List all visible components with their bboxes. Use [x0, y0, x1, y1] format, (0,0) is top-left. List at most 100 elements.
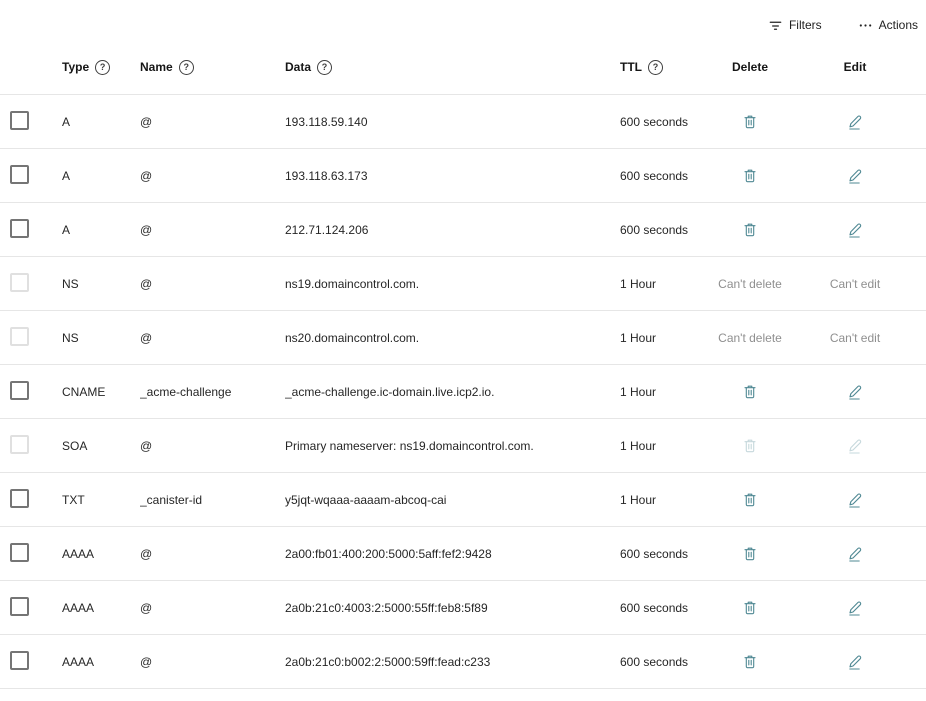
trash-icon — [742, 600, 758, 616]
record-type: A — [62, 223, 140, 237]
record-data: ns20.domaincontrol.com. — [285, 331, 620, 345]
table-row: A @ 193.118.59.140 600 seconds — [0, 95, 926, 149]
record-ttl: 1 Hour — [620, 277, 700, 291]
table-row: TXT _canister-id y5jqt-wqaaa-aaaam-abcoq… — [0, 473, 926, 527]
delete-record-button[interactable] — [740, 544, 760, 564]
row-checkbox[interactable] — [10, 651, 29, 670]
trash-icon — [742, 222, 758, 238]
trash-icon — [742, 654, 758, 670]
table-header: Type ? Name ? Data ? TTL ? Delete Edit — [0, 40, 926, 95]
row-checkbox[interactable] — [10, 381, 29, 400]
cant-edit-label: Can't edit — [830, 277, 880, 291]
pencil-icon — [847, 168, 863, 184]
row-checkbox[interactable] — [10, 111, 29, 130]
record-type: TXT — [62, 493, 140, 507]
cant-edit-label: Can't edit — [830, 331, 880, 345]
pencil-icon — [847, 654, 863, 670]
table-row: A @ 212.71.124.206 600 seconds — [0, 203, 926, 257]
edit-record-button[interactable] — [845, 652, 865, 672]
filter-icon — [768, 18, 783, 33]
delete-record-button[interactable] — [740, 598, 760, 618]
row-checkbox[interactable] — [10, 543, 29, 562]
record-name: @ — [140, 115, 285, 129]
record-name: _canister-id — [140, 493, 285, 507]
record-data: 212.71.124.206 — [285, 223, 620, 237]
trash-icon — [742, 114, 758, 130]
row-checkbox[interactable] — [10, 597, 29, 616]
record-data: 2a0b:21c0:4003:2:5000:55ff:feb8:5f89 — [285, 601, 620, 615]
pencil-icon — [847, 114, 863, 130]
record-ttl: 600 seconds — [620, 601, 700, 615]
trash-icon — [742, 168, 758, 184]
table-row: NS @ ns20.domaincontrol.com. 1 Hour Can'… — [0, 311, 926, 365]
record-type: AAAA — [62, 655, 140, 669]
ellipsis-icon — [858, 18, 873, 33]
record-type: SOA — [62, 439, 140, 453]
pencil-icon — [847, 492, 863, 508]
edit-record-button[interactable] — [845, 166, 865, 186]
pencil-icon — [847, 384, 863, 400]
table-row: AAAA @ 2a0b:21c0:4003:2:5000:55ff:feb8:5… — [0, 581, 926, 635]
table-row: SOA @ Primary nameserver: ns19.domaincon… — [0, 419, 926, 473]
record-data: y5jqt-wqaaa-aaaam-abcoq-cai — [285, 493, 620, 507]
record-data: 193.118.59.140 — [285, 115, 620, 129]
record-data: 193.118.63.173 — [285, 169, 620, 183]
pencil-icon — [847, 546, 863, 562]
delete-record-button[interactable] — [740, 382, 760, 402]
record-type: AAAA — [62, 547, 140, 561]
delete-record-button[interactable] — [740, 490, 760, 510]
record-type: NS — [62, 277, 140, 291]
record-ttl: 1 Hour — [620, 439, 700, 453]
help-icon[interactable]: ? — [95, 60, 110, 75]
delete-record-button[interactable] — [740, 112, 760, 132]
col-header-name: Name — [140, 60, 173, 74]
edit-record-button[interactable] — [845, 220, 865, 240]
row-checkbox[interactable] — [10, 165, 29, 184]
record-name: @ — [140, 277, 285, 291]
record-ttl: 1 Hour — [620, 331, 700, 345]
record-data: ns19.domaincontrol.com. — [285, 277, 620, 291]
row-checkbox[interactable] — [10, 219, 29, 238]
record-type: NS — [62, 331, 140, 345]
col-header-edit: Edit — [844, 60, 867, 74]
table-row: AAAA @ 2a00:fb01:400:200:5000:5aff:fef2:… — [0, 527, 926, 581]
record-name: @ — [140, 655, 285, 669]
table-row: NS @ ns19.domaincontrol.com. 1 Hour Can'… — [0, 257, 926, 311]
table-body: A @ 193.118.59.140 600 seconds — [0, 95, 926, 689]
edit-record-button — [845, 436, 865, 456]
table-row: CNAME _acme-challenge _acme-challenge.ic… — [0, 365, 926, 419]
record-ttl: 600 seconds — [620, 169, 700, 183]
actions-label: Actions — [879, 18, 918, 32]
cant-delete-label: Can't delete — [718, 331, 782, 345]
record-type: AAAA — [62, 601, 140, 615]
trash-icon — [742, 546, 758, 562]
actions-button[interactable]: Actions — [858, 18, 918, 33]
record-ttl: 600 seconds — [620, 547, 700, 561]
delete-record-button[interactable] — [740, 166, 760, 186]
record-data: 2a0b:21c0:b002:2:5000:59ff:fead:c233 — [285, 655, 620, 669]
record-ttl: 1 Hour — [620, 493, 700, 507]
edit-record-button[interactable] — [845, 382, 865, 402]
edit-record-button[interactable] — [845, 490, 865, 510]
record-name: @ — [140, 547, 285, 561]
row-checkbox[interactable] — [10, 489, 29, 508]
row-checkbox — [10, 435, 29, 454]
filters-button[interactable]: Filters — [768, 18, 822, 33]
table-row: AAAA @ 2a0b:21c0:b002:2:5000:59ff:fead:c… — [0, 635, 926, 689]
help-icon[interactable]: ? — [648, 60, 663, 75]
pencil-icon — [847, 438, 863, 454]
record-name: _acme-challenge — [140, 385, 285, 399]
record-name: @ — [140, 223, 285, 237]
delete-record-button[interactable] — [740, 652, 760, 672]
edit-record-button[interactable] — [845, 598, 865, 618]
trash-icon — [742, 492, 758, 508]
filters-label: Filters — [789, 18, 822, 32]
record-name: @ — [140, 601, 285, 615]
delete-record-button[interactable] — [740, 220, 760, 240]
edit-record-button[interactable] — [845, 544, 865, 564]
edit-record-button[interactable] — [845, 112, 865, 132]
record-name: @ — [140, 331, 285, 345]
table-row: A @ 193.118.63.173 600 seconds — [0, 149, 926, 203]
help-icon[interactable]: ? — [179, 60, 194, 75]
help-icon[interactable]: ? — [317, 60, 332, 75]
